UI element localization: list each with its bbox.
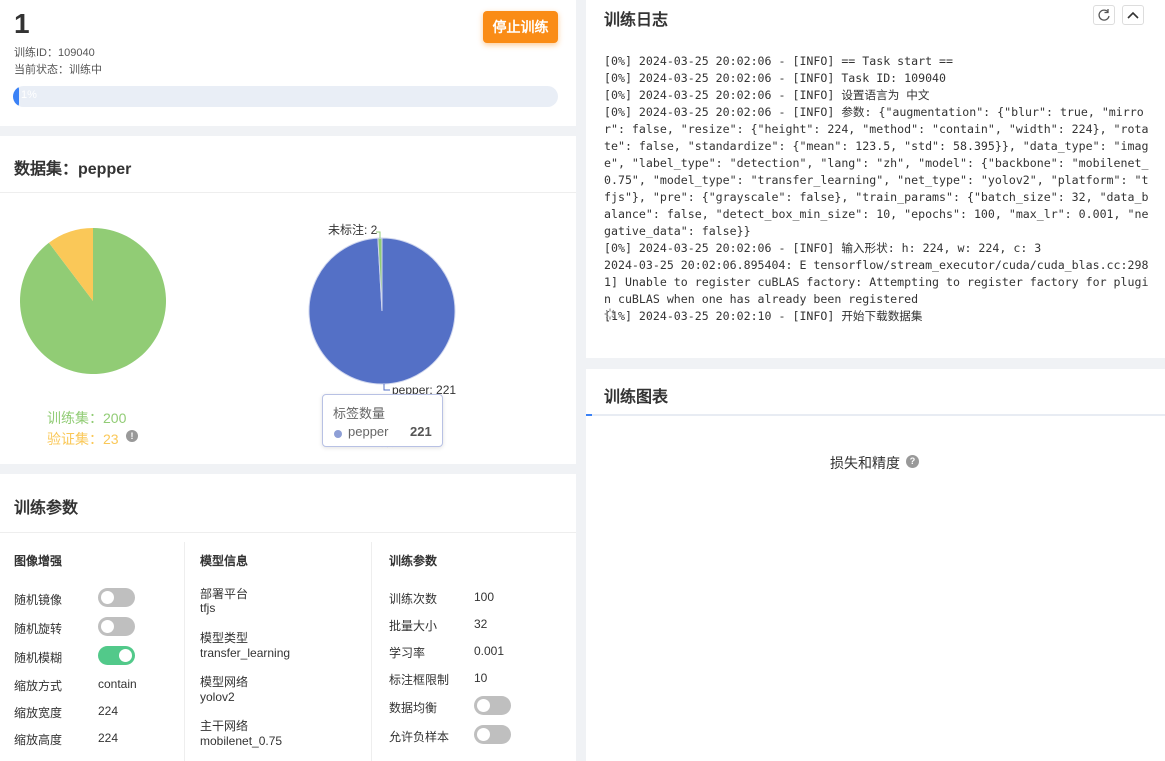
tooltip-title: 标签数量 xyxy=(333,406,386,421)
column-divider xyxy=(371,542,372,761)
model-info-heading: 模型信息 xyxy=(200,554,249,568)
divider xyxy=(0,532,576,533)
training-chart-card: 训练图表 损失和精度 ? xyxy=(586,369,1165,761)
resize-height-value: 224 xyxy=(98,731,119,745)
training-progress-bar: 1% xyxy=(13,86,558,107)
bbox-limit-value: 10 xyxy=(474,671,488,685)
data-balance-toggle[interactable] xyxy=(474,696,511,715)
log-line: [0%] 2024-03-25 20:02:06 - [INFO] 输入形状: … xyxy=(604,241,1042,255)
dataset-title: 数据集：pepper xyxy=(14,161,132,178)
progress-text: 1% xyxy=(21,89,37,101)
collapse-button[interactable] xyxy=(1122,5,1144,25)
loading-spinner-icon xyxy=(604,308,616,320)
progress-fill xyxy=(13,86,19,107)
data-balance-label: 数据均衡 xyxy=(389,701,438,715)
tooltip-marker xyxy=(334,430,342,438)
split-pie-chart xyxy=(19,228,166,374)
backbone-value: mobilenet_0.75 xyxy=(200,734,283,748)
resize-width-value: 224 xyxy=(98,704,119,718)
learning-rate-value: 0.001 xyxy=(474,644,505,658)
resize-height-label: 缩放高度 xyxy=(14,733,63,747)
negative-samples-toggle[interactable] xyxy=(474,725,511,744)
train-count-label: 训练集：200 xyxy=(47,410,127,426)
model-type-value: transfer_learning xyxy=(200,646,291,660)
tooltip-series-name: pepper xyxy=(348,424,389,439)
tooltip-value: 221 xyxy=(410,424,432,439)
label-pie-chart: 未标注: 2pepper: 221 xyxy=(308,222,456,397)
chevron-up-icon xyxy=(1127,11,1139,19)
log-line: [1%] 2024-03-25 20:02:10 - [INFO] 开始下载数据… xyxy=(604,309,923,323)
info-icon[interactable]: ! xyxy=(126,430,138,442)
platform-label: 部署平台 xyxy=(200,587,249,601)
epochs-value: 100 xyxy=(474,590,495,604)
task-status-card: 1 训练ID：109040 当前状态：训练中 停止训练 1% xyxy=(0,0,576,126)
resize-method-label: 缩放方式 xyxy=(14,679,63,693)
training-log-card: 训练日志 [0%] 2024-03-25 20:02:06 - [INFO] =… xyxy=(586,0,1165,358)
negative-samples-label: 允许负样本 xyxy=(389,730,450,744)
pepper-label-line xyxy=(383,384,390,391)
model-net-value: yolov2 xyxy=(200,690,235,704)
val-count-label: 验证集：23 xyxy=(47,431,119,447)
log-output: [0%] 2024-03-25 20:02:06 - [INFO] == Tas… xyxy=(604,53,1149,325)
log-title: 训练日志 xyxy=(604,12,669,29)
rotate-toggle[interactable] xyxy=(98,617,135,636)
blur-toggle[interactable] xyxy=(98,646,135,665)
training-params-card: 训练参数 图像增强 随机镜像 随机旋转 随机模糊 缩放方式 contain 缩放… xyxy=(0,474,576,761)
stop-training-button[interactable]: 停止训练 xyxy=(483,11,558,43)
unmarked-data-label: 未标注: 2 xyxy=(328,222,378,237)
help-icon[interactable]: ? xyxy=(906,455,919,468)
task-number: 1 xyxy=(14,8,30,39)
divider xyxy=(0,192,576,193)
dataset-card: 数据集：pepper 未标注: 2 pepper: 221 训练集：200 验证集… xyxy=(0,136,576,464)
tab-bar xyxy=(586,414,1165,416)
pie-tooltip: 标签数量 pepper 221 xyxy=(322,394,443,447)
image-aug-heading: 图像增强 xyxy=(14,554,63,568)
mirror-toggle[interactable] xyxy=(98,588,135,607)
train-params-heading: 训练参数 xyxy=(389,554,438,568)
log-line: [0%] 2024-03-25 20:02:06 - [INFO] == Tas… xyxy=(604,54,954,68)
batch-size-value: 32 xyxy=(474,617,488,631)
model-net-label: 模型网络 xyxy=(200,675,249,689)
refresh-icon xyxy=(1098,9,1110,21)
learning-rate-label: 学习率 xyxy=(389,646,426,660)
loss-accuracy-title: 损失和精度 xyxy=(830,455,900,471)
chart-panel-title: 训练图表 xyxy=(604,389,669,406)
resize-width-label: 缩放宽度 xyxy=(14,706,63,720)
active-tab-indicator xyxy=(586,414,592,416)
bbox-limit-label: 标注框限制 xyxy=(389,673,450,687)
log-line: [0%] 2024-03-25 20:02:06 - [INFO] 设置语言为 … xyxy=(604,88,930,102)
epochs-label: 训练次数 xyxy=(389,592,438,606)
platform-value: tfjs xyxy=(200,601,216,615)
rotate-label: 随机旋转 xyxy=(14,622,63,636)
log-line: [0%] 2024-03-25 20:02:06 - [INFO] Task I… xyxy=(604,71,947,85)
task-id: 训练ID：109040 xyxy=(14,47,95,59)
log-line: [0%] 2024-03-25 20:02:06 - [INFO] 参数: {"… xyxy=(604,105,1149,238)
batch-size-label: 批量大小 xyxy=(389,619,438,633)
refresh-button[interactable] xyxy=(1093,5,1115,25)
log-line: 2024-03-25 20:02:06.895404: E tensorflow… xyxy=(604,258,1149,306)
params-title: 训练参数 xyxy=(14,500,79,517)
resize-method-value: contain xyxy=(98,677,137,691)
task-status: 当前状态：训练中 xyxy=(14,64,102,76)
backbone-label: 主干网络 xyxy=(200,719,249,733)
model-type-label: 模型类型 xyxy=(200,631,249,645)
blur-label: 随机模糊 xyxy=(14,651,63,665)
column-divider xyxy=(184,542,185,761)
mirror-label: 随机镜像 xyxy=(14,593,63,607)
